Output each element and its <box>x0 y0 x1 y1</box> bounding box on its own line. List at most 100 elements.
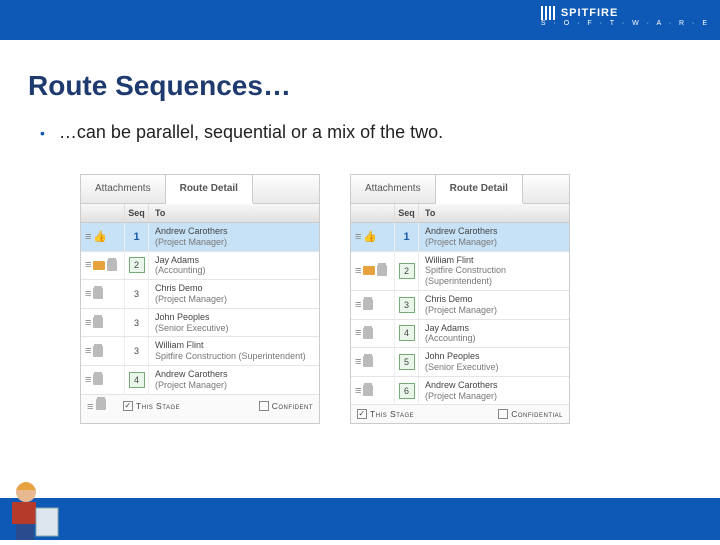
table-row[interactable]: ≡ 6Andrew Carothers(Project Manager) <box>351 377 569 406</box>
tab-route-detail[interactable]: Route Detail <box>166 175 253 204</box>
table-row[interactable]: ≡ 2Jay Adams(Accounting) <box>81 252 319 281</box>
tab-bar: Attachments Route Detail <box>81 175 319 204</box>
trash-icon[interactable] <box>377 265 387 276</box>
folder-icon[interactable] <box>93 261 105 270</box>
row-seq: 3 <box>125 309 149 337</box>
grid-body-b: ≡👍1Andrew Carothers(Project Manager)≡2Wi… <box>351 223 569 405</box>
trash-icon[interactable] <box>96 399 106 410</box>
trash-icon[interactable] <box>93 374 103 385</box>
folder-icon[interactable] <box>363 266 375 275</box>
checkbox-this-stage[interactable]: ✓This Stage <box>123 401 180 411</box>
row-actions: ≡👍 <box>81 223 125 251</box>
panel-sequential: Attachments Route Detail Seq To ≡👍1Andre… <box>350 174 570 424</box>
row-actions: ≡👍 <box>351 223 395 251</box>
row-actions: ≡ <box>351 320 395 348</box>
col-actions <box>81 204 125 222</box>
row-to: Jay Adams(Accounting) <box>419 320 569 348</box>
row-actions: ≡ <box>351 252 395 290</box>
checkbox-this-stage[interactable]: ✓This Stage <box>357 409 414 419</box>
panel-parallel: Attachments Route Detail Seq To ≡👍1Andre… <box>80 174 320 424</box>
col-actions <box>351 204 395 222</box>
row-to: John Peoples(Senior Executive) <box>149 309 319 337</box>
col-seq: Seq <box>395 204 419 222</box>
table-row[interactable]: ≡👍1Andrew Carothers(Project Manager) <box>81 223 319 252</box>
table-row[interactable]: ≡3Chris Demo(Project Manager) <box>81 280 319 309</box>
grid-body-a: ≡👍1Andrew Carothers(Project Manager)≡2Ja… <box>81 223 319 395</box>
trash-icon[interactable] <box>363 356 373 367</box>
row-actions: ≡ <box>81 280 125 308</box>
header-bar: SPITFIRE S · O · F · T · W · A · R · E <box>0 0 720 40</box>
brand-logo: SPITFIRE S · O · F · T · W · A · R · E <box>541 6 710 27</box>
table-row[interactable]: ≡ 3John Peoples(Senior Executive) <box>81 309 319 338</box>
row-seq: 2 <box>395 252 419 290</box>
drag-icon[interactable]: ≡ <box>87 401 93 413</box>
drag-icon[interactable]: ≡ <box>85 288 91 300</box>
drag-icon[interactable]: ≡ <box>355 299 361 311</box>
drag-icon[interactable]: ≡ <box>355 327 361 339</box>
drag-icon[interactable]: ≡ <box>355 356 361 368</box>
route-grid: Seq To ≡👍1Andrew Carothers(Project Manag… <box>81 204 319 395</box>
table-row[interactable]: ≡4Andrew Carothers(Project Manager) <box>81 366 319 395</box>
thumb-icon[interactable]: 👍 <box>363 230 377 243</box>
trash-icon[interactable] <box>93 346 103 357</box>
table-row[interactable]: ≡ 5John Peoples(Senior Executive) <box>351 348 569 377</box>
table-row[interactable]: ≡ 2William FlintSpitfire Construction (Su… <box>351 252 569 291</box>
trash-icon[interactable] <box>93 288 103 299</box>
trash-icon[interactable] <box>107 260 117 271</box>
table-row[interactable]: ≡ 4Jay Adams(Accounting) <box>351 320 569 349</box>
row-actions: ≡ <box>351 348 395 376</box>
row-to: Andrew Carothers(Project Manager) <box>419 377 569 405</box>
row-seq: 3 <box>395 291 419 319</box>
drag-icon[interactable]: ≡ <box>85 317 91 329</box>
trash-icon[interactable] <box>363 328 373 339</box>
trash-icon[interactable] <box>93 317 103 328</box>
row-to: John Peoples(Senior Executive) <box>419 348 569 376</box>
row-to: Andrew Carothers(Project Manager) <box>419 223 569 251</box>
trash-icon[interactable] <box>363 299 373 310</box>
row-to: William FlintSpitfire Construction (Supe… <box>149 337 319 365</box>
row-seq: 3 <box>125 280 149 308</box>
drag-icon[interactable]: ≡ <box>355 385 361 397</box>
drag-icon[interactable]: ≡ <box>85 259 91 271</box>
table-row[interactable]: ≡👍1Andrew Carothers(Project Manager) <box>351 223 569 252</box>
row-to: Andrew Carothers(Project Manager) <box>149 223 319 251</box>
row-seq: 3 <box>125 337 149 365</box>
drag-icon[interactable]: ≡ <box>355 265 361 277</box>
tab-attachments[interactable]: Attachments <box>81 175 166 203</box>
bullet-line: • …can be parallel, sequential or a mix … <box>40 122 720 144</box>
tab-route-detail[interactable]: Route Detail <box>436 175 523 204</box>
trash-icon[interactable] <box>363 385 373 396</box>
checkbox-confidential[interactable]: Confidential <box>498 409 563 419</box>
col-to: To <box>149 204 319 222</box>
row-to: William FlintSpitfire Construction (Supe… <box>419 252 569 290</box>
row-seq: 4 <box>395 320 419 348</box>
route-grid: Seq To ≡👍1Andrew Carothers(Project Manag… <box>351 204 569 405</box>
row-actions: ≡ <box>81 309 125 337</box>
tab-attachments[interactable]: Attachments <box>351 175 436 203</box>
row-actions: ≡ <box>351 291 395 319</box>
drag-icon[interactable]: ≡ <box>85 231 91 243</box>
drag-icon[interactable]: ≡ <box>355 231 361 243</box>
row-actions: ≡ <box>81 337 125 365</box>
drag-icon[interactable]: ≡ <box>85 374 91 386</box>
brand-subtitle: S · O · F · T · W · A · R · E <box>541 20 710 27</box>
table-row[interactable]: ≡ 3Chris Demo(Project Manager) <box>351 291 569 320</box>
thumb-icon[interactable]: 👍 <box>93 230 107 243</box>
bullet-text: …can be parallel, sequential or a mix of… <box>59 122 443 143</box>
table-row[interactable]: ≡ 3William FlintSpitfire Construction (Su… <box>81 337 319 366</box>
row-seq: 6 <box>395 377 419 405</box>
logo-stripes-icon <box>541 6 557 20</box>
tab-bar: Attachments Route Detail <box>351 175 569 204</box>
row-seq: 1 <box>125 223 149 251</box>
panels-container: Attachments Route Detail Seq To ≡👍1Andre… <box>80 174 720 424</box>
row-seq: 2 <box>125 252 149 280</box>
row-seq: 5 <box>395 348 419 376</box>
row-actions: ≡ <box>81 252 125 280</box>
panel-footer: ✓This Stage Confidential <box>351 405 569 423</box>
footer-bar <box>0 498 720 540</box>
drag-icon[interactable]: ≡ <box>85 345 91 357</box>
row-to: Chris Demo(Project Manager) <box>419 291 569 319</box>
checkbox-confidential[interactable]: Confident <box>259 401 313 411</box>
row-actions: ≡ <box>351 377 395 405</box>
row-to: Jay Adams(Accounting) <box>149 252 319 280</box>
